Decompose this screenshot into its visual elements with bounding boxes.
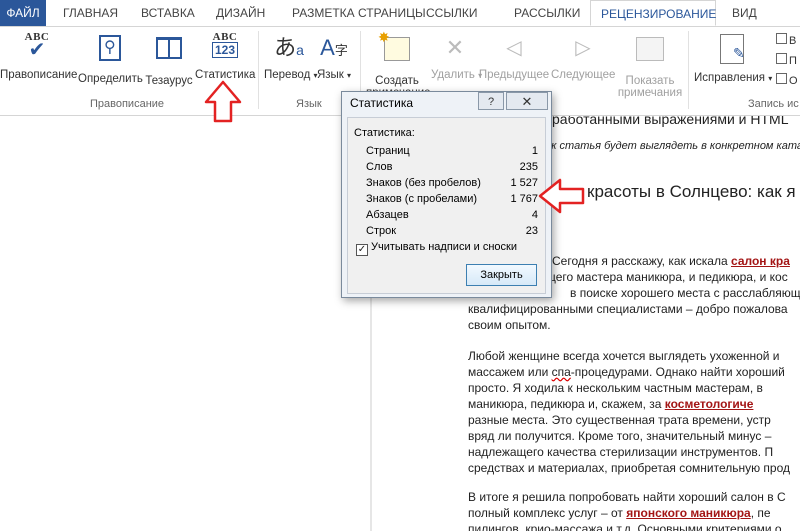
language-group-label: Язык [296, 98, 322, 110]
show-comments-button[interactable]: Показать примечания [617, 31, 683, 99]
show-comments-icon [617, 37, 683, 71]
stat-row-chars-with-spaces: Знаков (с пробелами) 1 767 [366, 193, 538, 205]
text-line: полный комплекс услуг – от японского ман… [468, 506, 771, 520]
tab-layout[interactable]: РАЗМЕТКА СТРАНИЦЫ [292, 0, 426, 26]
tab-references[interactable]: ССЫЛКИ [426, 0, 477, 26]
tracking-small-buttons: В П О [776, 31, 798, 91]
text-line: маникюра, педикюра и, скажем, за космето… [468, 397, 754, 411]
text-line: квалифицированными специалистами – добро… [468, 302, 788, 316]
proofing-group-label: Правописание [90, 98, 165, 110]
tab-insert[interactable]: ВСТАВКА [141, 0, 195, 26]
new-comment-button[interactable]: ✸ Создать примечание [366, 29, 431, 99]
up-arrow-annotation-icon [204, 80, 242, 123]
thesaurus-icon [143, 37, 195, 71]
tab-mailings[interactable]: РАССЫЛКИ [514, 0, 580, 26]
text-line: в поиске хорошего места с расслабляюще [570, 286, 800, 300]
document-subtitle: как статья будет выглядеть в конкретном … [540, 140, 800, 152]
stat-row-words: Слов 235 [366, 161, 538, 173]
checkbox-checked-icon: ✓ [356, 244, 368, 256]
text-line: Любой женщине всегда хочется выглядеть у… [468, 349, 780, 363]
previous-comment-button[interactable]: ◁ Предыдущее [478, 31, 550, 81]
chevron-down-icon: ▾ [768, 74, 773, 83]
statistics-header: Статистика: [354, 127, 415, 139]
close-icon[interactable]: ✕ [506, 92, 548, 110]
text-line: Сегодня я расскажу, как искала салон кра [552, 254, 790, 268]
stat-row-pages: Страниц 1 [366, 145, 538, 157]
tab-design[interactable]: ДИЗАЙН [216, 0, 265, 26]
reviewing-pane-button[interactable]: О [776, 71, 798, 91]
divider [258, 31, 259, 109]
show-markup-button[interactable]: П [776, 51, 798, 71]
translate-icon: あa [274, 35, 304, 60]
ribbon-tabs: ФАЙЛ ГЛАВНАЯ ВСТАВКА ДИЗАЙН РАЗМЕТКА СТР… [0, 0, 800, 27]
text-line: своим опытом. [468, 318, 551, 332]
language-icon: A字 [320, 35, 348, 60]
tab-file[interactable]: ФАЙЛ [0, 0, 46, 26]
text-line: щего мастера маникюра, и педикюра, и кос [546, 270, 788, 284]
track-changes-icon: ✎ [694, 34, 770, 68]
dialog-body: Статистика: Страниц 1 Слов 235 Знаков (без… [347, 117, 546, 294]
text-line: В итоге я решила попробовать найти хорош… [468, 490, 786, 504]
stat-row-lines: Строк 23 [366, 225, 538, 237]
translate-button[interactable]: あa Перевод ▾ [264, 31, 318, 81]
left-arrow-annotation-icon [538, 178, 585, 214]
document-heading: работанными выражениями и HTML [552, 116, 789, 127]
statistics-button[interactable]: ABC 123 Статистика [195, 31, 255, 81]
new-comment-icon: ✸ [366, 29, 428, 71]
document-margin-area [0, 116, 370, 531]
tracking-group-label: Запись ис [748, 98, 799, 110]
text-line: разные места. Это существенная трата вре… [468, 413, 771, 427]
divider [688, 31, 689, 109]
text-line: вряд ли получится. Кроме того, значитель… [468, 429, 772, 443]
text-line: средствах и материалах, приобретая сомни… [468, 461, 791, 475]
text-line: пилингов, крио-массажа и т.д. Основными … [468, 522, 782, 531]
stat-row-chars-no-spaces: Знаков (без пробелов) 1 527 [366, 177, 538, 189]
delete-comment-button[interactable]: ✕ Удалить ▾ [431, 31, 482, 81]
chevron-down-icon: ▾ [347, 71, 352, 80]
display-for-review-button[interactable]: В [776, 31, 798, 51]
tab-home[interactable]: ГЛАВНАЯ [63, 0, 118, 26]
track-changes-button[interactable]: ✎ Исправления ▾ [694, 31, 773, 84]
document-heading-2: красоты в Солнцево: как я и [587, 182, 800, 201]
text-line: надлежащего качества стерилизации инстру… [468, 445, 774, 459]
spelling-icon: ABC ✔ [24, 31, 50, 61]
previous-comment-icon: ◁ [506, 37, 522, 59]
language-button[interactable]: A字 Язык ▾ [316, 31, 352, 81]
thesaurus-button[interactable]: Тезаурус [143, 31, 195, 87]
tab-review[interactable]: РЕЦЕНЗИРОВАНИЕ [590, 0, 716, 26]
define-icon [78, 35, 142, 69]
text-line: массажем или спа-процедурами. Однако най… [468, 365, 785, 379]
statistics-dialog: Статистика ? ✕ Статистика: Страниц 1 Слов… [341, 91, 552, 298]
close-button[interactable]: Закрыть [466, 264, 537, 286]
help-button[interactable]: ? [478, 92, 504, 110]
text-line: просто. Я ходила к нескольким частным ма… [468, 381, 763, 395]
spelling-button[interactable]: ABC ✔ Правописание [0, 31, 77, 81]
stat-row-paragraphs: Абзацев 4 [366, 209, 538, 221]
statistics-icon: ABC 123 [211, 31, 239, 58]
next-comment-icon: ▷ [575, 37, 591, 59]
next-comment-button[interactable]: ▷ Следующее [551, 31, 615, 81]
include-textboxes-checkbox[interactable]: ✓ Учитывать надписи и сноски [356, 241, 517, 256]
dialog-title: Статистика [350, 96, 414, 110]
tab-view[interactable]: ВИД [732, 0, 757, 26]
define-button[interactable]: Определить [78, 31, 143, 85]
delete-comment-icon: ✕ [445, 35, 465, 60]
